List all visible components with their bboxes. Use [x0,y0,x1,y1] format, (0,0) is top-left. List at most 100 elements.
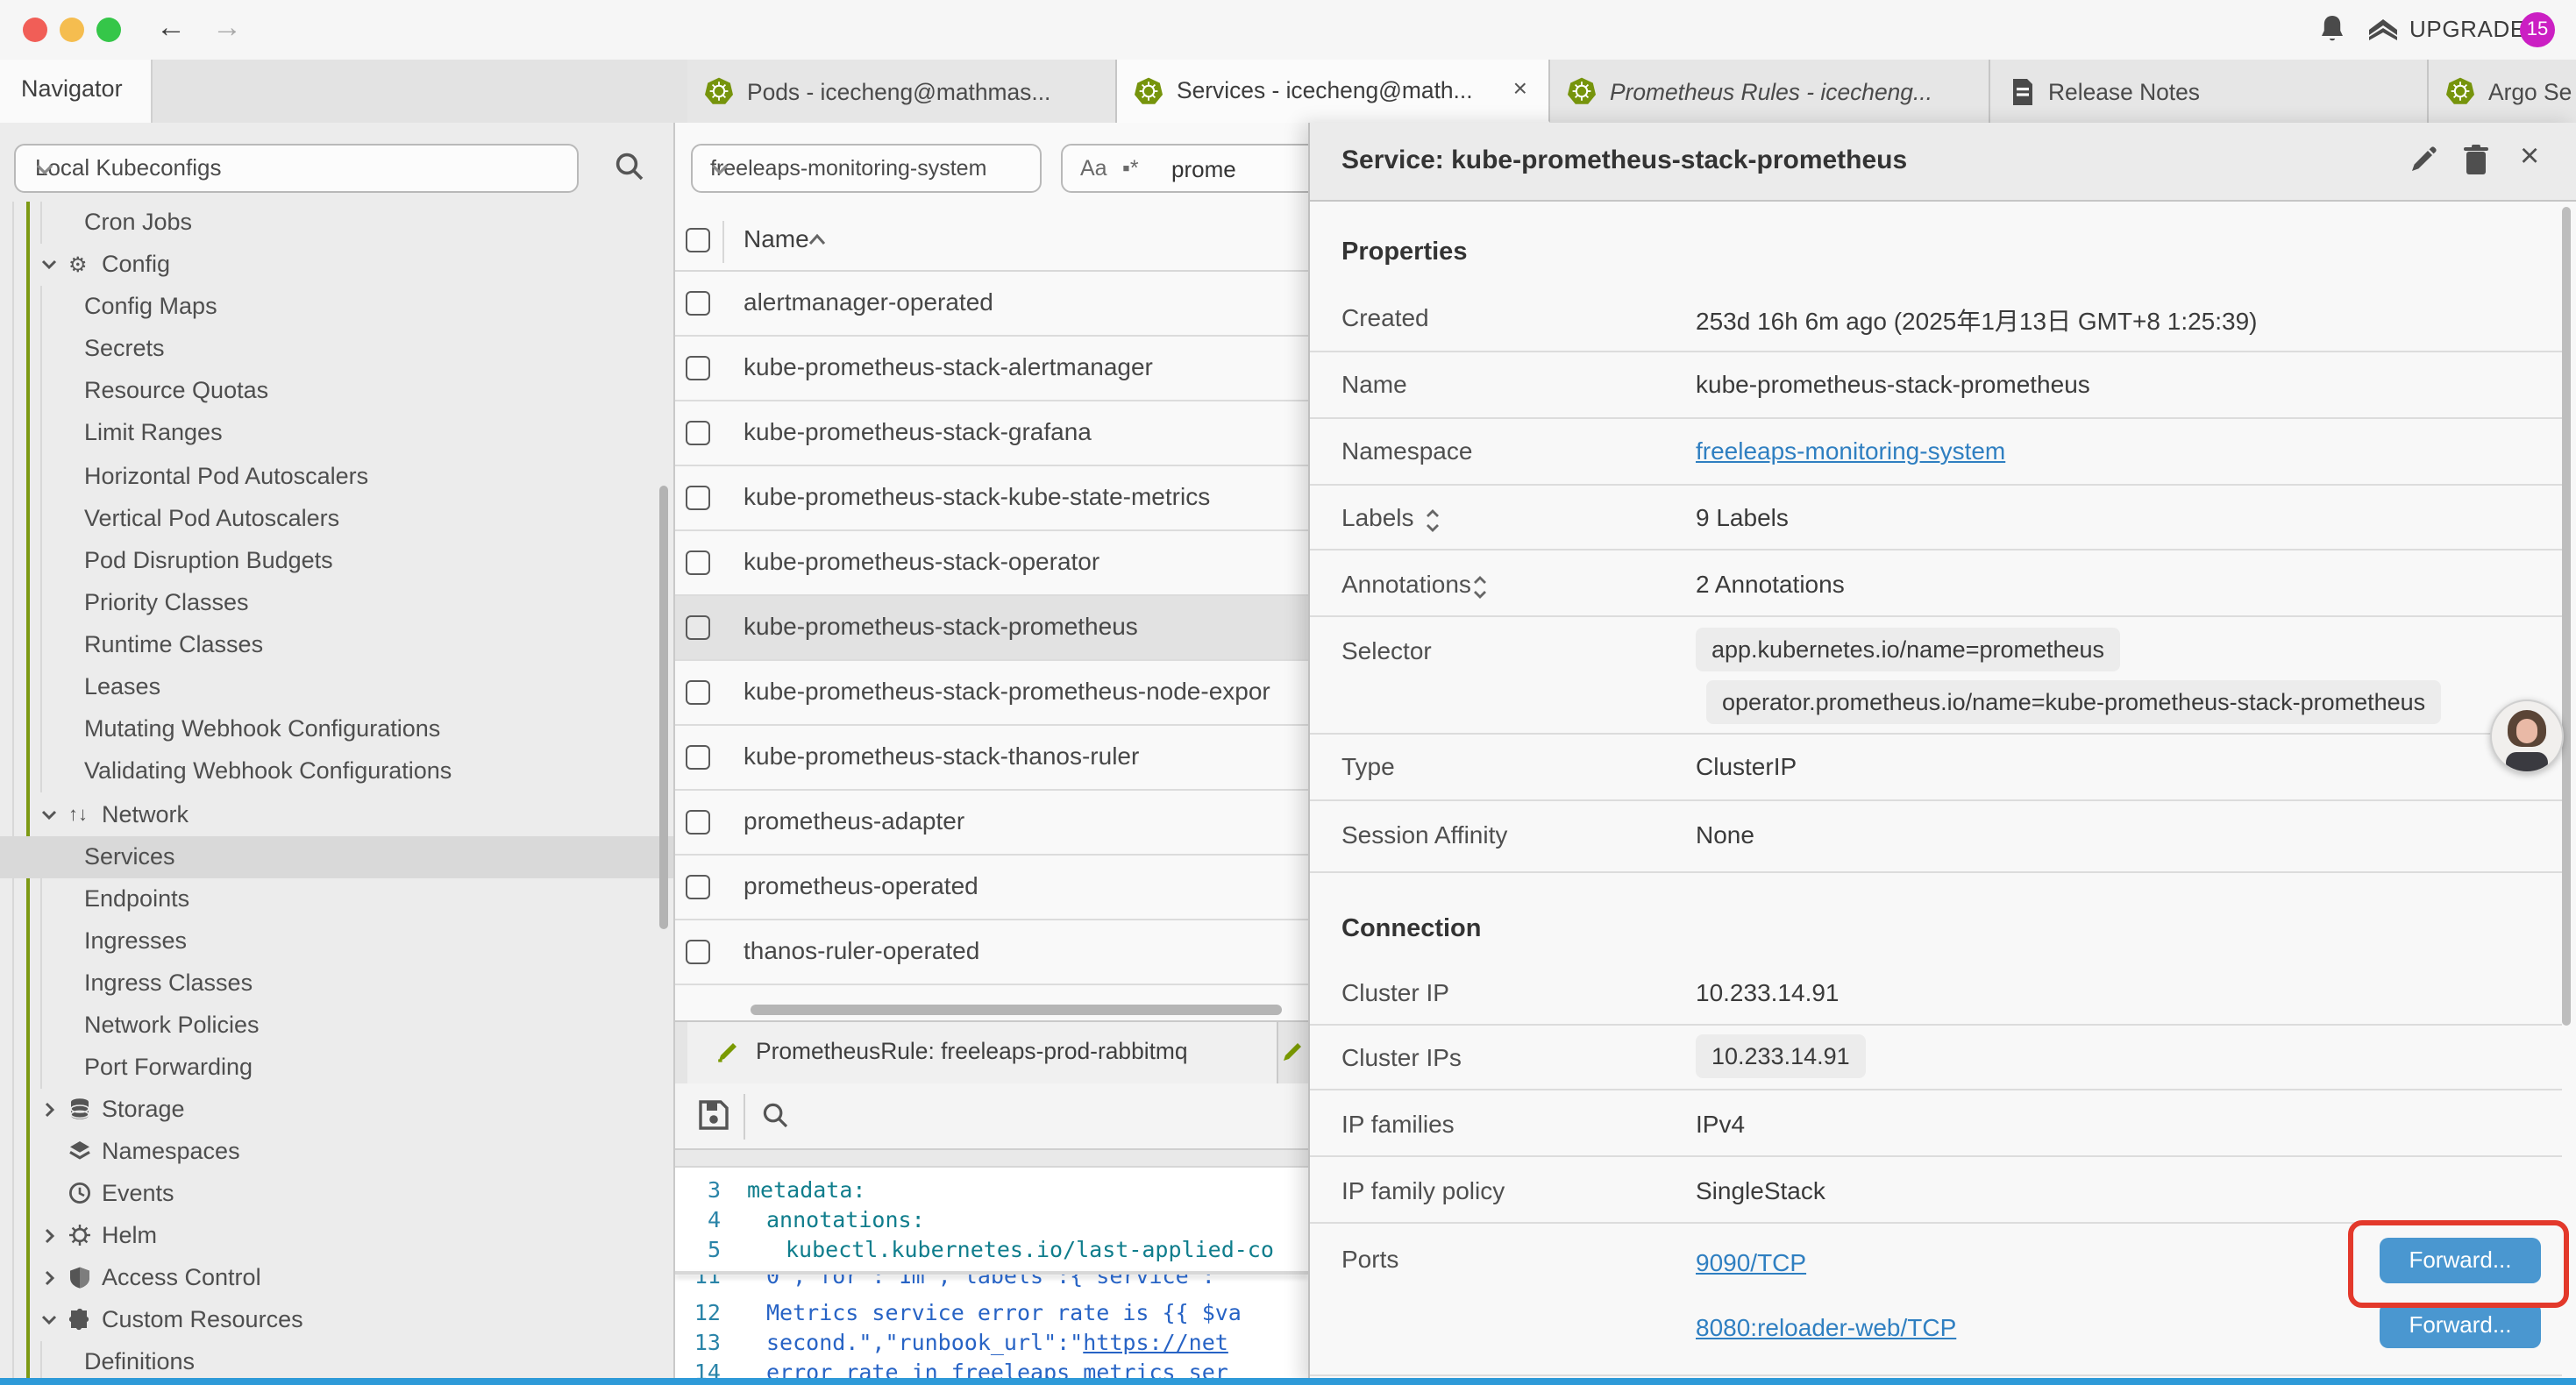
save-icon[interactable] [698,1099,729,1131]
sidebar-item-ingress-classes[interactable]: Ingress Classes [0,962,675,1005]
sidebar-item-services[interactable]: Services [0,836,675,878]
sidebar-item-runtime-classes[interactable]: Runtime Classes [0,624,675,666]
row-checkbox[interactable] [686,615,710,640]
forward-button-8080[interactable]: Forward... [2380,1303,2541,1348]
table-row-selected[interactable]: kube-prometheus-stack-prometheus [675,596,1308,661]
upgrade-icon[interactable] [2366,14,2401,46]
row-checkbox[interactable] [686,810,710,835]
sidebar-item-port-forwarding[interactable]: Port Forwarding [0,1047,675,1089]
table-row[interactable]: kube-prometheus-stack-alertmanager [675,337,1308,401]
filter-input[interactable]: Aa ▪* prome [1061,144,1308,193]
sidebar-item-validating-webhook-configurations[interactable]: Validating Webhook Configurations [0,750,675,792]
sidebar-item-namespaces[interactable]: Namespaces [0,1131,675,1173]
sidebar-item-limit-ranges[interactable]: Limit Ranges [0,412,675,454]
row-checkbox[interactable] [686,291,710,316]
sort-ascending-icon[interactable] [807,231,828,247]
sidebar-item-horizontal-pod-autoscalers[interactable]: Horizontal Pod Autoscalers [0,456,675,498]
regex-icon[interactable]: ▪* [1122,156,1139,181]
sidebar-item-secrets[interactable]: Secrets [0,328,675,370]
tab-pods[interactable]: Pods - icecheng@mathmas... [687,60,1117,123]
close-panel-icon[interactable]: × [2520,138,2539,177]
sidebar-item-resource-quotas[interactable]: Resource Quotas [0,370,675,412]
sidebar-item-config-maps[interactable]: Config Maps [0,286,675,328]
tab-argo[interactable]: Argo Se [2429,60,2576,123]
notifications-bell-icon[interactable] [2318,14,2346,46]
tab-release-notes[interactable]: Release Notes [1990,60,2429,123]
table-row[interactable]: kube-prometheus-stack-prometheus-node-ex… [675,661,1308,726]
chevron-down-icon[interactable] [40,806,58,824]
horizontal-scrollbar-thumb[interactable] [751,1005,1282,1015]
upgrade-label[interactable]: UPGRADE [2409,16,2526,42]
chevron-down-icon[interactable] [40,256,58,273]
match-case-icon[interactable]: Aa [1080,156,1107,181]
sort-updown-icon[interactable] [1471,575,1489,600]
close-tab-icon[interactable]: × [1513,74,1527,102]
back-button[interactable]: ← [156,11,186,46]
sidebar-scrollbar-thumb[interactable] [659,486,668,929]
row-checkbox[interactable] [686,940,710,964]
editor-scroll-strip[interactable] [675,1150,1308,1168]
row-checkbox[interactable] [686,745,710,770]
table-row[interactable]: prometheus-operated [675,856,1308,920]
edit-pencil-icon[interactable] [2408,146,2437,175]
delete-trash-icon[interactable] [2462,144,2490,175]
sidebar-item-helm[interactable]: Helm [0,1215,675,1257]
editor-tab-prometheusrule[interactable]: PrometheusRule: freeleaps-prod-rabbitmq [687,1022,1278,1085]
sidebar-item-vertical-pod-autoscalers[interactable]: Vertical Pod Autoscalers [0,498,675,540]
search-icon[interactable] [614,151,645,182]
navigator-panel-tab[interactable]: Navigator [0,60,153,123]
sidebar-item-events[interactable]: Events [0,1173,675,1215]
namespace-select[interactable]: freeleaps-monitoring-system [691,144,1042,193]
sidebar-item-access-control[interactable]: Access Control [0,1257,675,1299]
annotations-value[interactable]: 2 Annotations [1696,570,1845,598]
sidebar-item-ingresses[interactable]: Ingresses [0,920,675,962]
table-row[interactable]: thanos-ruler-operated [675,920,1308,985]
table-row[interactable]: prometheus-adapter [675,791,1308,856]
sidebar-item-storage[interactable]: Storage [0,1089,675,1131]
sidebar-item-leases[interactable]: Leases [0,666,675,708]
minimize-window-button[interactable] [60,18,84,42]
namespace-link[interactable]: freeleaps-monitoring-system [1696,437,2005,465]
port-link-8080[interactable]: 8080:reloader-web/TCP [1696,1313,1956,1341]
table-row[interactable]: kube-prometheus-stack-grafana [675,401,1308,466]
tab-services[interactable]: Services - icecheng@math... × [1117,60,1550,123]
row-checkbox[interactable] [686,486,710,510]
editor-search-icon[interactable] [761,1101,789,1129]
sidebar-item-endpoints[interactable]: Endpoints [0,878,675,920]
name-column-header[interactable]: Name [744,224,809,252]
select-all-checkbox[interactable] [686,228,710,252]
forward-button[interactable]: → [212,11,242,46]
chevron-right-icon[interactable] [40,1101,58,1119]
yaml-editor[interactable]: 3metadata: 4annotations: 5kubectl.kubern… [675,1168,1308,1385]
row-checkbox[interactable] [686,875,710,899]
runbook-url-link[interactable]: https://net [1083,1329,1228,1355]
row-checkbox[interactable] [686,356,710,380]
sidebar-item-custom-resources[interactable]: Custom Resources [0,1299,675,1341]
kubeconfig-select[interactable]: Local Kubeconfigs [14,144,579,193]
row-checkbox[interactable] [686,550,710,575]
table-row[interactable]: kube-prometheus-stack-thanos-ruler [675,726,1308,791]
sort-updown-icon[interactable] [1424,508,1441,533]
chevron-right-icon[interactable] [40,1269,58,1287]
row-checkbox[interactable] [686,680,710,705]
sidebar-item-network-policies[interactable]: Network Policies [0,1005,675,1047]
sidebar-item-config[interactable]: ⚙ Config [0,244,675,286]
row-checkbox[interactable] [686,421,710,445]
chevron-down-icon[interactable] [40,1311,58,1329]
labels-value[interactable]: 9 Labels [1696,503,1789,531]
detail-scrollbar-thumb[interactable] [2562,207,2571,1026]
sidebar-item-cron-jobs[interactable]: Cron Jobs [0,202,675,244]
chevron-right-icon[interactable] [40,1227,58,1245]
editor-tab-next-pencil-icon[interactable] [1280,1040,1305,1064]
maximize-window-button[interactable] [96,18,121,42]
table-row[interactable]: alertmanager-operated [675,272,1308,337]
port-link-9090[interactable]: 9090/TCP [1696,1248,1806,1276]
close-window-button[interactable] [23,18,47,42]
table-row[interactable]: kube-prometheus-stack-operator [675,531,1308,596]
notification-badge[interactable]: 15 [2520,12,2555,47]
table-row[interactable]: kube-prometheus-stack-kube-state-metrics [675,466,1308,531]
sidebar-item-pod-disruption-budgets[interactable]: Pod Disruption Budgets [0,540,675,582]
avatar[interactable] [2490,700,2564,773]
sidebar-item-definitions[interactable]: Definitions [0,1341,675,1383]
sidebar-item-priority-classes[interactable]: Priority Classes [0,582,675,624]
